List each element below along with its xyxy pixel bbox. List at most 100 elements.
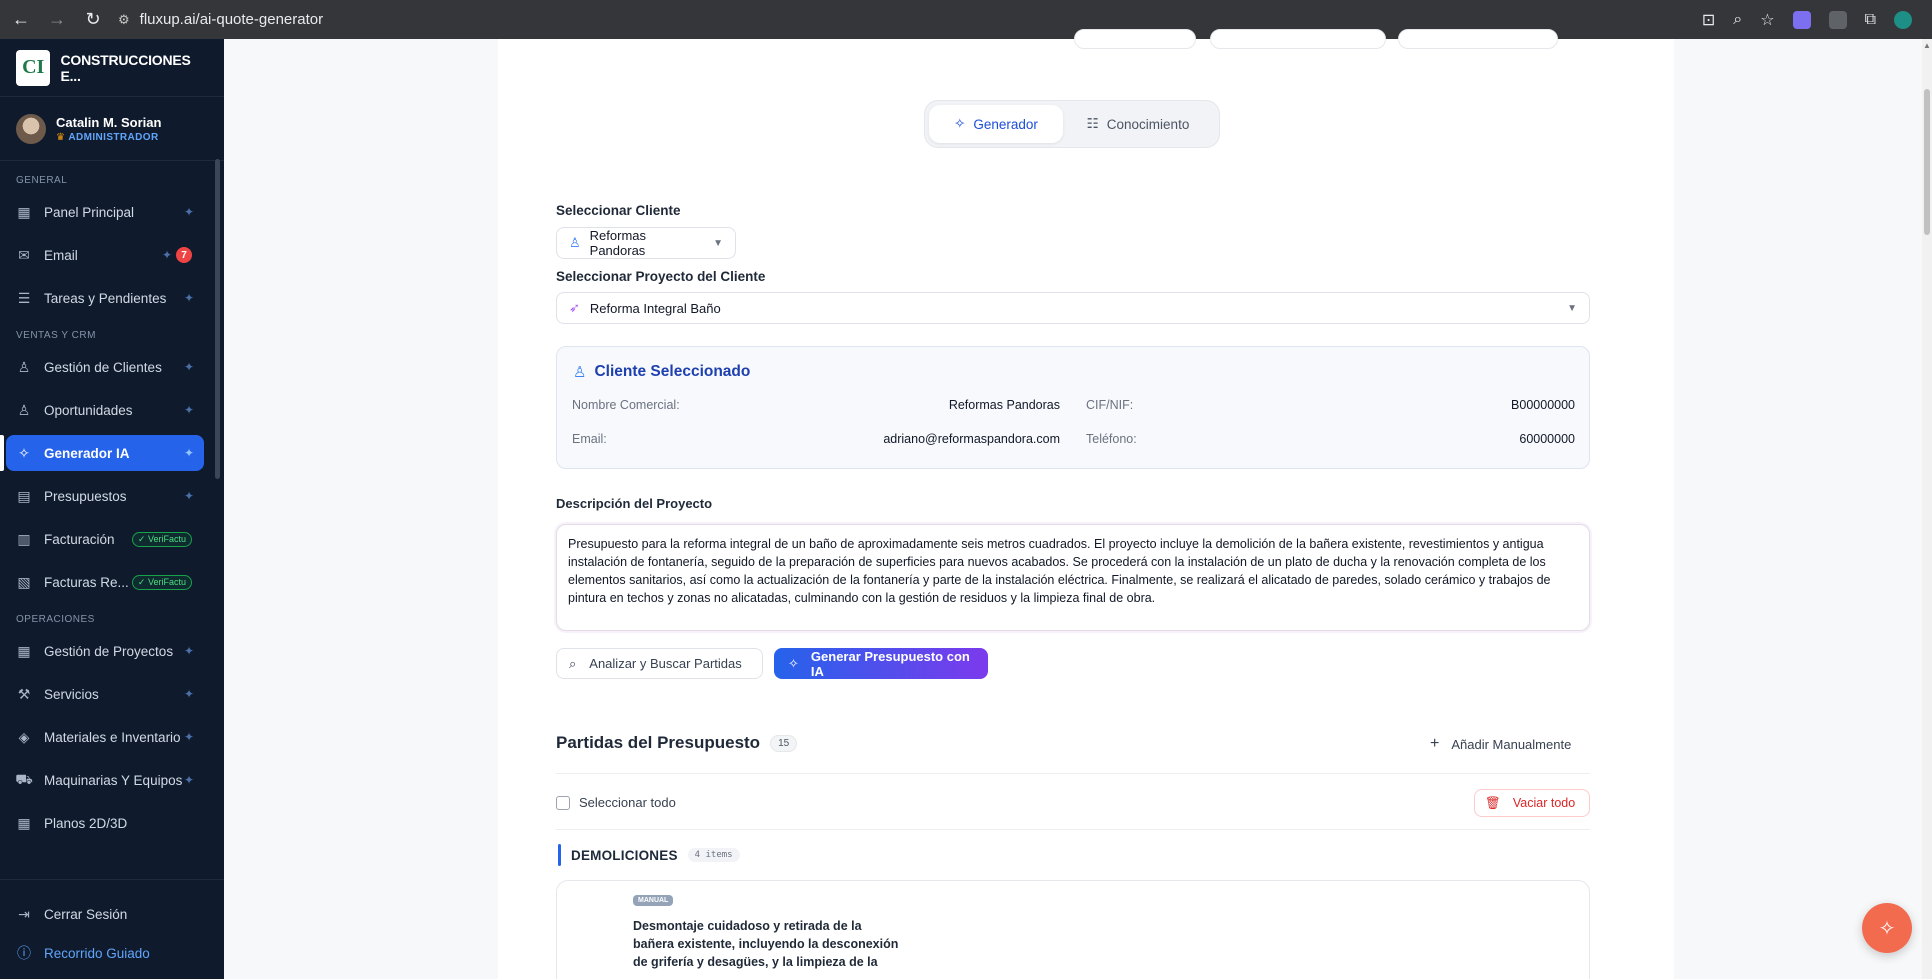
arrow-right-icon[interactable]: →	[46, 9, 68, 30]
select-all-checkbox[interactable]	[556, 795, 570, 810]
select-all[interactable]: Seleccionar todo	[556, 795, 676, 810]
logout-button[interactable]: ⇥ Cerrar Sesión	[6, 896, 204, 932]
sidebar-item-materiales[interactable]: ◈ Materiales e Inventario ✦	[6, 719, 204, 755]
project-select-value: Reforma Integral Baño	[589, 300, 721, 316]
sidebar-item-facturas-re[interactable]: ▧ Facturas Re... ✓ VeriFactu	[6, 564, 204, 600]
help-circle-icon: ⓘ	[17, 945, 31, 961]
analyze-button[interactable]: ⌕ Analizar y Buscar Partidas	[556, 648, 763, 679]
sidebar-item-planos[interactable]: ▦ Planos 2D/3D	[6, 805, 204, 841]
sidebar-item-panel[interactable]: ▦ Panel Principal ✦	[6, 194, 204, 230]
sidebar-item-presupuestos[interactable]: ▤ Presupuestos ✦	[6, 478, 204, 514]
site-settings-icon[interactable]: ⚙	[118, 12, 130, 28]
partidas-title: Partidas del Presupuesto 15	[556, 733, 798, 753]
extension-icon[interactable]	[1792, 10, 1811, 29]
email-label: Email:	[572, 432, 607, 446]
analyze-label: Analizar y Buscar Partidas	[589, 656, 742, 671]
top-pill[interactable]	[1074, 29, 1196, 49]
plus-icon: +	[1430, 735, 1440, 752]
cif-label: CIF/NIF:	[1086, 398, 1134, 412]
sparkle-icon: ✧	[954, 116, 966, 131]
generate-quote-button[interactable]: ✧ Generar Presupuesto con IA	[774, 648, 988, 679]
list-item[interactable]: MANUAL Desmontaje cuidadoso y retirada d…	[556, 880, 1590, 979]
clipboard-icon: ☰	[17, 289, 31, 306]
ai-assistant-button[interactable]: ✧	[1862, 903, 1912, 953]
sidebar-item-label: Generador IA	[44, 445, 130, 461]
group-accent-bar	[558, 844, 561, 866]
sidebar-item-servicios[interactable]: ⚒ Servicios ✦	[6, 676, 204, 712]
sidebar-item-label: Gestión de Clientes	[44, 359, 162, 375]
profile-icon[interactable]	[1894, 10, 1912, 29]
clear-all-button[interactable]: 🗑 Vaciar todo	[1474, 789, 1590, 817]
top-pill[interactable]	[1210, 29, 1386, 49]
tab-generador[interactable]: ✧ Generador	[929, 105, 1063, 143]
sidebar-item-generador[interactable]: ✧ Generador IA ✦	[0, 435, 204, 471]
sidebar-item-tareas[interactable]: ☰ Tareas y Pendientes ✦	[6, 280, 204, 316]
arrow-left-icon[interactable]: ←	[10, 9, 32, 30]
wrench-icon: ⚒	[17, 685, 31, 702]
sidebar: CI CONSTRUCCIONES E... Catalin M. Sorian…	[0, 39, 224, 979]
scrollbar-thumb[interactable]	[1924, 89, 1930, 235]
extensions-puzzle-icon[interactable]: ⧉	[1865, 11, 1876, 29]
group-name: DEMOLICIONES	[571, 847, 678, 863]
star-icon[interactable]: ☆	[1760, 10, 1774, 30]
partidas-count: 15	[770, 734, 798, 752]
client-select[interactable]: ♙ Reformas Pandoras ▼	[556, 227, 736, 259]
brand-name: CONSTRUCCIONES E...	[60, 51, 191, 84]
sidebar-item-oportunidades[interactable]: ♙ Oportunidades ✦	[6, 392, 204, 428]
sparkle-icon: ✦	[183, 730, 194, 744]
add-manual-label: Añadir Manualmente	[1451, 736, 1572, 752]
section-ventas: VENTAS Y CRM	[16, 330, 96, 341]
user-name: Catalin M. Sorian	[56, 114, 162, 130]
client-select-value: Reformas Pandoras	[589, 228, 647, 258]
sidebar-item-facturacion[interactable]: ▥ Facturación ✓ VeriFactu	[6, 521, 204, 557]
verifactu-label: VeriFactu	[147, 576, 186, 587]
sidebar-item-label: Gestión de Proyectos	[44, 643, 174, 659]
sidebar-item-label: Panel Principal	[44, 204, 135, 220]
sidebar-item-maquinarias[interactable]: ⛟ Maquinarias Y Equipos ✦	[6, 762, 204, 798]
sidebar-item-label: Email	[44, 247, 78, 263]
sidebar-item-clientes[interactable]: ♙ Gestión de Clientes ✦	[6, 349, 204, 385]
chevron-down-icon: ▼	[713, 237, 723, 249]
sidebar-item-proyectos[interactable]: ▦ Gestión de Proyectos ✦	[6, 633, 204, 669]
scroll-up-icon[interactable]: ▲	[1923, 41, 1931, 50]
grid-icon: ▦	[17, 203, 31, 220]
user-profile[interactable]: Catalin M. Sorian ♛ ADMINISTRADOR	[0, 97, 224, 161]
group-header[interactable]: DEMOLICIONES 4 items	[558, 844, 740, 866]
sparkle-icon: ✦	[183, 403, 194, 417]
tab-label: Conocimiento	[1106, 116, 1190, 132]
add-manual-button[interactable]: + Añadir Manualmente	[1430, 735, 1571, 753]
install-app-icon[interactable]: ⊡	[1702, 10, 1715, 30]
zoom-icon[interactable]: ⌕	[1733, 11, 1742, 29]
sidebar-item-email[interactable]: ✉ Email ✦ 7	[6, 237, 204, 273]
mail-icon: ✉	[18, 246, 30, 263]
sparkle-icon: ✦	[183, 687, 194, 701]
tab-conocimiento[interactable]: ☷ Conocimiento	[1063, 105, 1213, 143]
top-pill[interactable]	[1398, 29, 1558, 49]
extension-icon[interactable]	[1828, 10, 1847, 29]
description-textarea[interactable]: Presupuesto para la reforma integral de …	[556, 524, 1590, 631]
page-scrollbar[interactable]: ▲	[1922, 39, 1932, 979]
user-icon: ♙	[17, 358, 31, 375]
nombre-value: Reformas Pandoras	[948, 398, 1060, 412]
grid-icon: ▦	[17, 642, 31, 659]
truck-icon: ⛟	[15, 770, 33, 787]
generate-label: Generar Presupuesto con IA	[810, 648, 970, 679]
logout-label: Cerrar Sesión	[44, 906, 128, 922]
guided-tour-button[interactable]: ⓘ Recorrido Guiado	[6, 935, 204, 971]
brand[interactable]: CI CONSTRUCCIONES E...	[0, 39, 224, 97]
sparkle-icon: ✧	[788, 655, 799, 671]
database-icon: ☷	[1086, 116, 1099, 131]
sidebar-item-label: Facturas Re...	[44, 574, 129, 590]
receipt-icon: ▧	[17, 573, 31, 590]
sidebar-scrollbar[interactable]	[215, 159, 220, 479]
user-role-label: ADMINISTRADOR	[68, 131, 159, 143]
main-content: ✧ Generador ☷ Conocimiento Seleccionar C…	[224, 29, 1922, 979]
project-select[interactable]: ➶ Reforma Integral Baño ▼	[556, 292, 1590, 324]
reload-icon[interactable]: ↻	[82, 9, 104, 30]
sparkle-icon: ✧	[1878, 917, 1896, 940]
clear-all-label: Vaciar todo	[1512, 796, 1576, 810]
sidebar-item-label: Oportunidades	[44, 402, 133, 418]
address-bar[interactable]: ⚙ fluxup.ai/ai-quote-generator	[118, 5, 323, 35]
sparkle-icon: ✦	[183, 446, 194, 460]
selected-client-card: ♙ Cliente Seleccionado Nombre Comercial:…	[556, 346, 1590, 469]
